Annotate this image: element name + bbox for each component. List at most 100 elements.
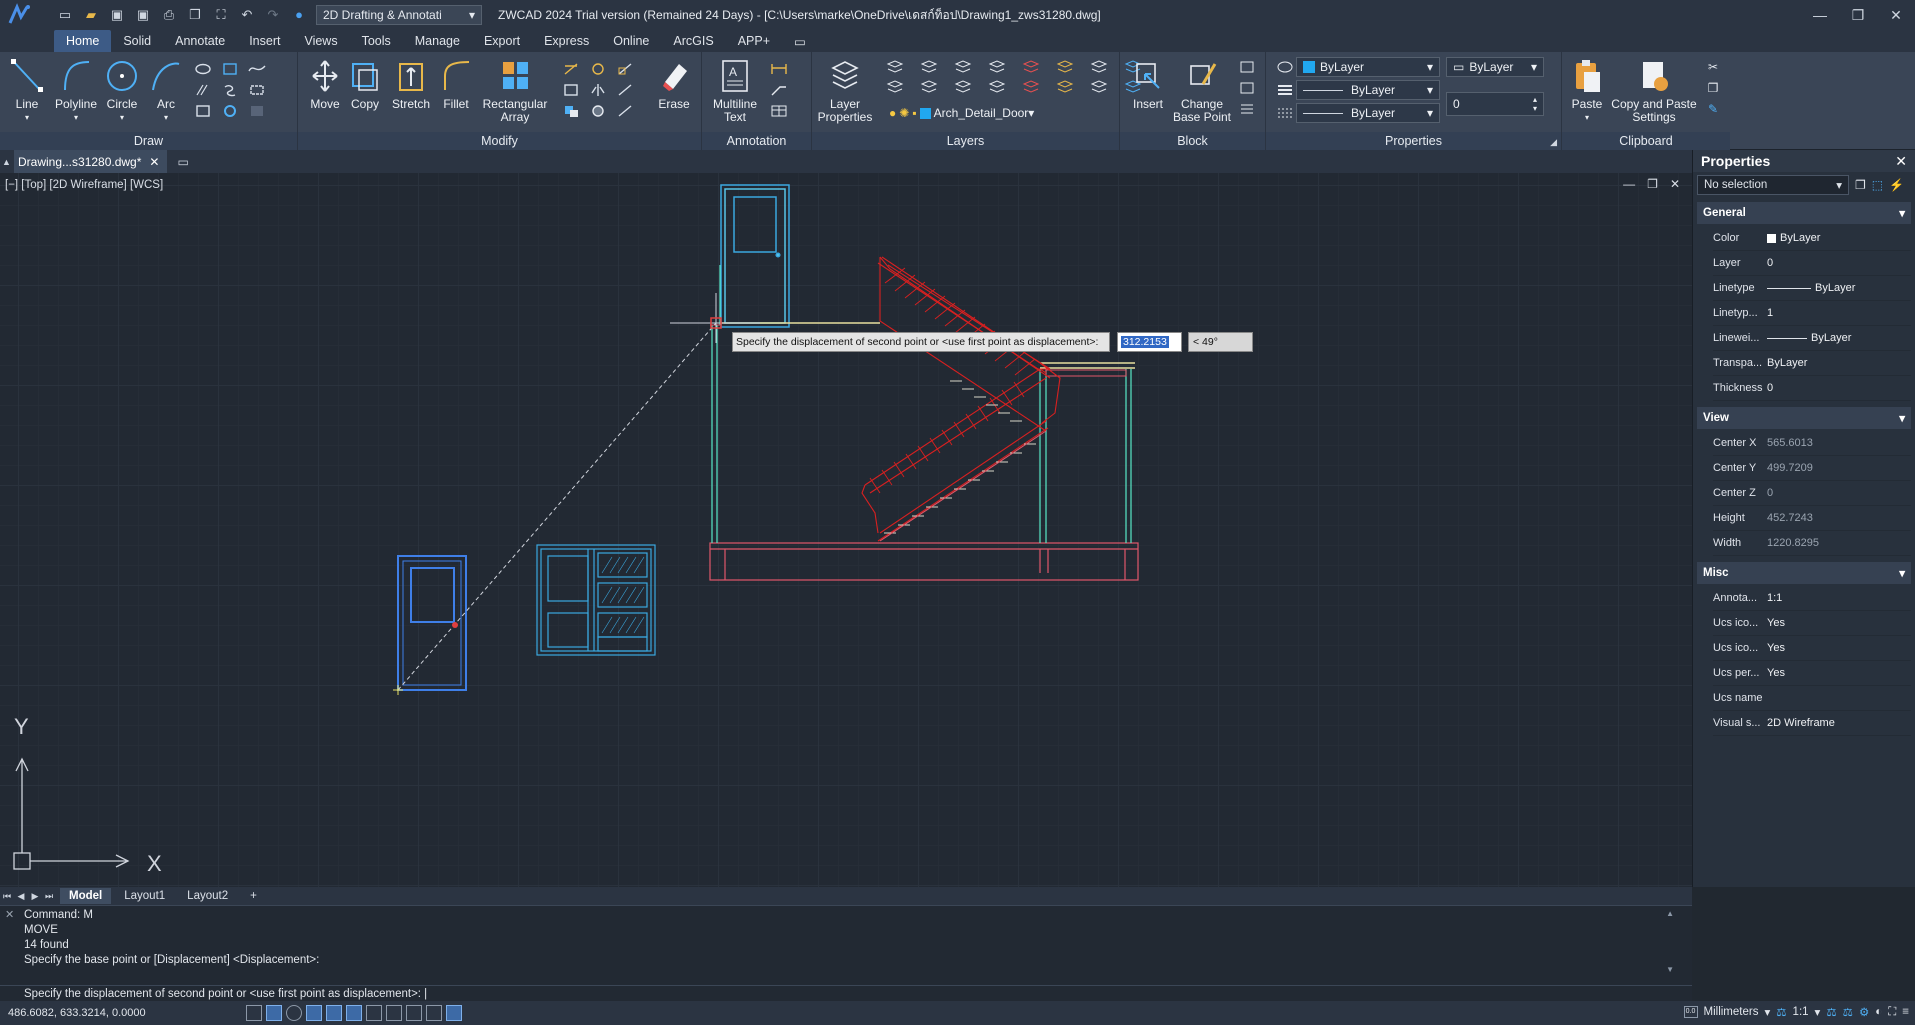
layer-tool-icon[interactable]: [986, 78, 1008, 96]
lineweight-toggle-icon[interactable]: [386, 1005, 402, 1021]
drawing-canvas[interactable]: [−] [Top] [2D Wireframe] [WCS] — ❐ ✕ Y X…: [0, 173, 1692, 887]
offset-icon[interactable]: [560, 81, 582, 99]
property-row[interactable]: Layer 0: [1713, 251, 1911, 276]
transparency-input[interactable]: 0 ▴ ▾: [1446, 92, 1544, 116]
layer-tool-icon[interactable]: [918, 78, 940, 96]
table-icon[interactable]: [768, 102, 790, 120]
polar-toggle-icon[interactable]: [326, 1005, 342, 1021]
property-row[interactable]: Height 452.7243: [1713, 506, 1911, 531]
layer-tool-icon[interactable]: [1054, 58, 1076, 76]
close-tab-icon[interactable]: ✕: [149, 155, 159, 169]
ribbon-toggle-icon[interactable]: ▭: [782, 30, 818, 52]
first-tab-icon[interactable]: ⏮: [0, 887, 14, 905]
circle-button[interactable]: Circle ▾: [104, 58, 140, 124]
layer-tool-icon[interactable]: [1020, 58, 1042, 76]
mirror-icon[interactable]: [587, 81, 609, 99]
annotation-scale-icon[interactable]: ⚖: [1776, 1005, 1786, 1019]
attribute-icon[interactable]: [1236, 100, 1258, 118]
color-dropdown[interactable]: ByLayer ▾: [1296, 57, 1440, 77]
layer-tool-icon[interactable]: [884, 58, 906, 76]
minimize-icon[interactable]: —: [1801, 0, 1839, 30]
join-icon[interactable]: [587, 102, 609, 120]
snap-toggle-icon[interactable]: [266, 1005, 282, 1021]
match-brush-icon[interactable]: ✎: [1702, 100, 1724, 118]
layer-tool-icon[interactable]: [1020, 78, 1042, 96]
annotation-scale-value[interactable]: 1:1: [1793, 1006, 1809, 1018]
lineweight-icon[interactable]: [1274, 81, 1296, 99]
linetype-icon[interactable]: [1274, 104, 1296, 122]
undo-icon[interactable]: ↶: [236, 5, 258, 25]
zwcad-logo-icon[interactable]: [0, 0, 40, 30]
document-tab[interactable]: Drawing...s31280.dwg* ✕: [14, 150, 168, 173]
change-base-point-button[interactable]: Change Base Point: [1172, 58, 1232, 124]
boundary-icon[interactable]: [192, 102, 214, 120]
plotstyle-dropdown[interactable]: ▭ ByLayer ▾: [1446, 57, 1544, 77]
spinner-icon[interactable]: ▴ ▾: [1533, 95, 1537, 113]
osnap-toggle-icon[interactable]: [346, 1005, 362, 1021]
insert-button[interactable]: Insert: [1128, 58, 1168, 111]
rectangle-icon[interactable]: [219, 60, 241, 78]
tab-home[interactable]: Home: [54, 30, 112, 52]
save-as-icon[interactable]: ▣: [132, 5, 154, 25]
zoom-extents-icon[interactable]: ⛶: [210, 5, 232, 25]
property-row[interactable]: Center Y 499.7209: [1713, 456, 1911, 481]
fillet-button[interactable]: Fillet: [438, 58, 474, 111]
fullscreen-icon[interactable]: ⛶: [1888, 1006, 1896, 1019]
copy-paste-settings-button[interactable]: Copy and Paste Settings: [1610, 58, 1698, 124]
property-row[interactable]: Color ByLayer: [1713, 226, 1911, 251]
workspace-switch-icon[interactable]: ⚙: [1859, 1005, 1869, 1019]
selection-dropdown[interactable]: No selection ▾: [1697, 175, 1849, 195]
property-row[interactable]: Visual s... 2D Wireframe: [1713, 711, 1911, 736]
trim-icon[interactable]: [560, 60, 582, 78]
annotation-monitor-icon[interactable]: [446, 1005, 462, 1021]
open-folder-icon[interactable]: ▰: [80, 5, 102, 25]
create-block-icon[interactable]: [1236, 58, 1258, 76]
tab-model[interactable]: Model: [60, 888, 112, 904]
angle-input[interactable]: < 49°: [1188, 332, 1253, 352]
rectangular-array-button[interactable]: Rectangular Array: [482, 58, 548, 124]
donut-icon[interactable]: [219, 102, 241, 120]
command-scrollbar[interactable]: ▲ ▼: [1666, 910, 1674, 974]
general-section-header[interactable]: General ▾: [1697, 202, 1911, 224]
misc-section-header[interactable]: Misc ▾: [1697, 562, 1911, 584]
leader-icon[interactable]: [768, 81, 790, 99]
property-row[interactable]: Center Z 0: [1713, 481, 1911, 506]
layer-tool-icon[interactable]: [952, 58, 974, 76]
layer-tool-icon[interactable]: [1088, 78, 1110, 96]
tab-export[interactable]: Export: [472, 30, 532, 52]
ortho-toggle-icon[interactable]: [306, 1005, 322, 1021]
isolate-objects-icon[interactable]: ◐: [1875, 1006, 1882, 1018]
arc-button[interactable]: Arc ▾: [148, 58, 184, 124]
toggle-pickadd-icon[interactable]: ❐: [1855, 178, 1866, 192]
layer-tool-icon[interactable]: [1054, 78, 1076, 96]
lineweight-dropdown[interactable]: ByLayer ▾: [1296, 103, 1440, 123]
erase-button[interactable]: Erase: [656, 58, 692, 111]
property-row[interactable]: Ucs per... Yes: [1713, 661, 1911, 686]
copy-clip-icon[interactable]: ❐: [1702, 79, 1724, 97]
rotate-icon[interactable]: [587, 60, 609, 78]
property-row[interactable]: Linewei... ByLayer: [1713, 326, 1911, 351]
close-icon[interactable]: ✕: [5, 908, 14, 921]
tab-app-plus[interactable]: APP+: [726, 30, 782, 52]
select-objects-icon[interactable]: ⬚: [1872, 178, 1883, 192]
property-row[interactable]: Linetype ByLayer: [1713, 276, 1911, 301]
help-icon[interactable]: ●: [288, 5, 310, 25]
dynamic-input-icon[interactable]: [286, 1005, 302, 1021]
scale-icon[interactable]: [614, 60, 636, 78]
linear-dimension-icon[interactable]: [768, 60, 790, 78]
grid-toggle-icon[interactable]: [246, 1005, 262, 1021]
property-row[interactable]: Center X 565.6013: [1713, 431, 1911, 456]
region-icon[interactable]: [219, 81, 241, 99]
save-icon[interactable]: ▣: [106, 5, 128, 25]
extend-icon[interactable]: [614, 81, 636, 99]
copy-icon[interactable]: ❐: [184, 5, 206, 25]
tab-manage[interactable]: Manage: [403, 30, 472, 52]
polyline-button[interactable]: Polyline ▾: [54, 58, 98, 124]
next-tab-icon[interactable]: ▶: [28, 887, 42, 905]
tab-online[interactable]: Online: [601, 30, 661, 52]
stretch-button[interactable]: Stretch: [390, 58, 432, 111]
maximize-icon[interactable]: ❐: [1839, 0, 1877, 30]
layer-properties-button[interactable]: Layer Properties: [818, 58, 872, 124]
tab-list-icon[interactable]: ▲: [2, 157, 11, 167]
ellipse-icon[interactable]: [192, 60, 214, 78]
